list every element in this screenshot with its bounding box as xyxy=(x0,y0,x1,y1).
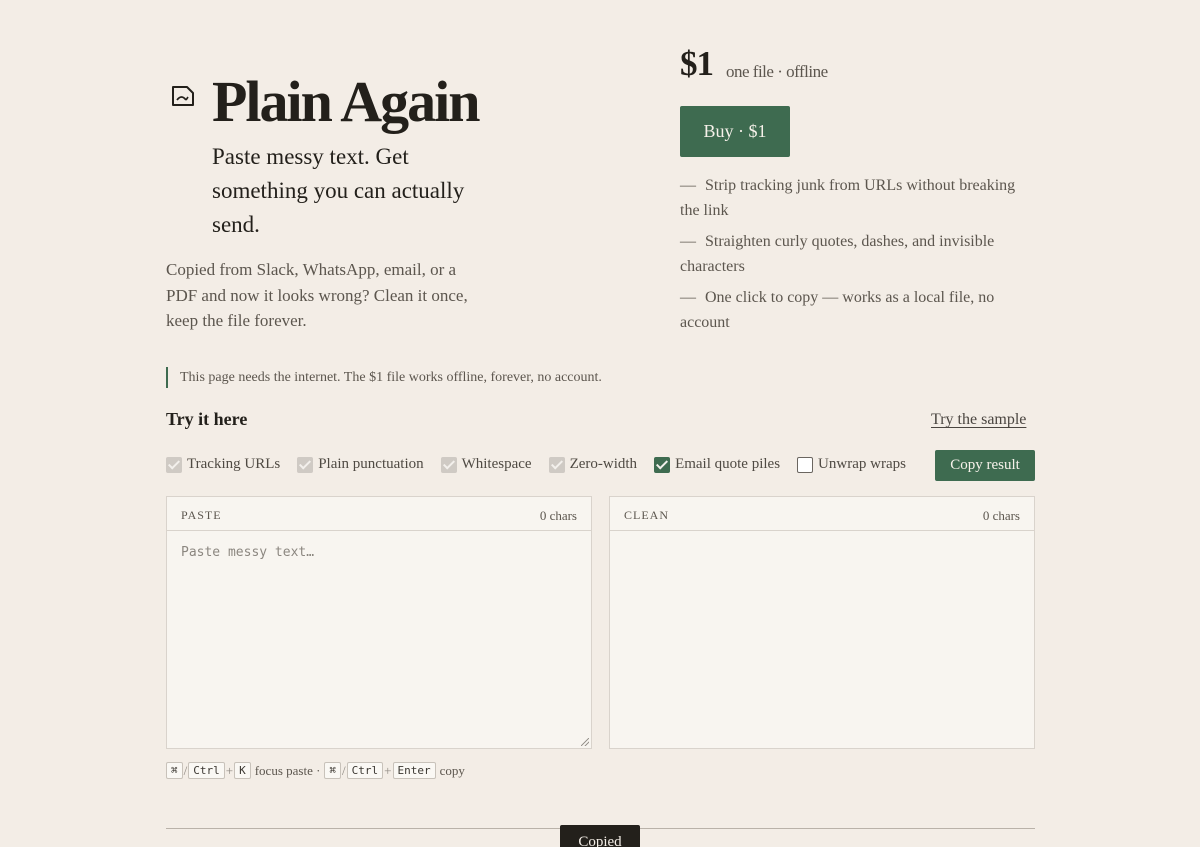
clean-output[interactable] xyxy=(610,531,1034,748)
feature-item: — Straighten curly quotes, dashes, and in… xyxy=(680,230,1025,279)
plus: + xyxy=(225,762,234,778)
copy-text: copy xyxy=(439,762,465,778)
option-unwrap-wraps[interactable]: Unwrap wraps xyxy=(797,456,906,473)
focus-paste-text: focus paste · xyxy=(254,762,321,778)
resize-handle[interactable] xyxy=(581,738,589,746)
price-note: one file · offline xyxy=(726,62,828,81)
feature-marker: — xyxy=(680,233,696,250)
k-key: K xyxy=(234,762,251,779)
options-row: Tracking URLs Plain punctuation Whitespa… xyxy=(166,456,923,473)
feature-item: — Strip tracking junk from URLs without b… xyxy=(680,174,1025,223)
try-heading: Try it here xyxy=(166,409,248,429)
option-label[interactable]: Unwrap wraps xyxy=(818,456,906,473)
try-sample-link[interactable]: Try the sample xyxy=(931,411,1026,429)
clean-panel: CLEAN 0 chars xyxy=(609,496,1035,749)
price: $1 xyxy=(680,44,714,83)
checkbox-email-quote-piles[interactable] xyxy=(654,456,671,473)
cmd-key: ⌘ xyxy=(324,762,342,779)
checkbox-plain-punctuation xyxy=(297,456,314,473)
paste-label: PASTE xyxy=(181,508,222,522)
hero-description: Copied from Slack, WhatsApp, email, or a… xyxy=(166,260,468,330)
feature-marker: — xyxy=(680,177,696,194)
clean-char-count: 0 chars xyxy=(982,508,1020,523)
slash: / xyxy=(342,762,346,778)
paste-panel-header: PASTE 0 chars xyxy=(167,497,591,531)
enter-key: Enter xyxy=(392,762,436,779)
option-label: Tracking URLs xyxy=(187,456,281,472)
feature-text: Straighten curly quotes, dashes, and inv… xyxy=(680,233,995,275)
cmd-key: ⌘ xyxy=(166,762,183,779)
feature-text: Strip tracking junk from URLs without br… xyxy=(680,177,1016,219)
tagline: Paste messy text. Get something you can … xyxy=(212,144,465,237)
option-tracking-urls: Tracking URLs xyxy=(166,456,280,473)
checkbox-unwrap-wraps[interactable] xyxy=(797,456,814,473)
buy-button[interactable]: Buy · $1 xyxy=(680,106,790,157)
file-edit-icon xyxy=(172,86,194,106)
paste-panel: PASTE 0 chars xyxy=(166,496,592,749)
checkbox-tracking-urls xyxy=(166,456,182,473)
copy-result-button[interactable]: Copy result xyxy=(935,450,1035,481)
paste-input[interactable] xyxy=(167,531,591,748)
option-zero-width: Zero-width xyxy=(548,456,638,473)
feature-marker: — xyxy=(680,289,696,306)
feature-text: One click to copy — works as a local fil… xyxy=(680,289,995,331)
feature-list: — Strip tracking junk from URLs without b… xyxy=(680,174,1025,342)
paste-char-count: 0 chars xyxy=(539,508,577,523)
keyboard-shortcuts: ⌘ / Ctrl + K focus paste · ⌘ / Ctrl + Enter copy xyxy=(166,762,469,779)
clean-label: CLEAN xyxy=(624,508,669,522)
option-label: Plain punctuation xyxy=(318,456,424,472)
copied-toast: Copied xyxy=(560,825,640,847)
slash: / xyxy=(183,762,188,778)
checkbox-zero-width xyxy=(548,456,565,473)
ctrl-key: Ctrl xyxy=(188,762,225,779)
option-label: Whitespace xyxy=(461,456,532,472)
option-label[interactable]: Email quote piles xyxy=(675,456,780,473)
option-whitespace: Whitespace xyxy=(440,456,532,473)
option-label: Zero-width xyxy=(569,456,638,472)
option-email-quote-piles[interactable]: Email quote piles xyxy=(654,456,780,473)
internet-notice: This page needs the internet. The $1 fil… xyxy=(166,367,602,388)
ctrl-key: Ctrl xyxy=(346,762,384,779)
plus: + xyxy=(384,762,392,778)
clean-panel-header: CLEAN 0 chars xyxy=(610,497,1034,531)
option-plain-punctuation: Plain punctuation xyxy=(297,456,424,473)
feature-item: — One click to copy — works as a local fi… xyxy=(680,286,1025,335)
app-title: Plain Again xyxy=(212,69,480,134)
checkbox-whitespace xyxy=(440,456,457,473)
